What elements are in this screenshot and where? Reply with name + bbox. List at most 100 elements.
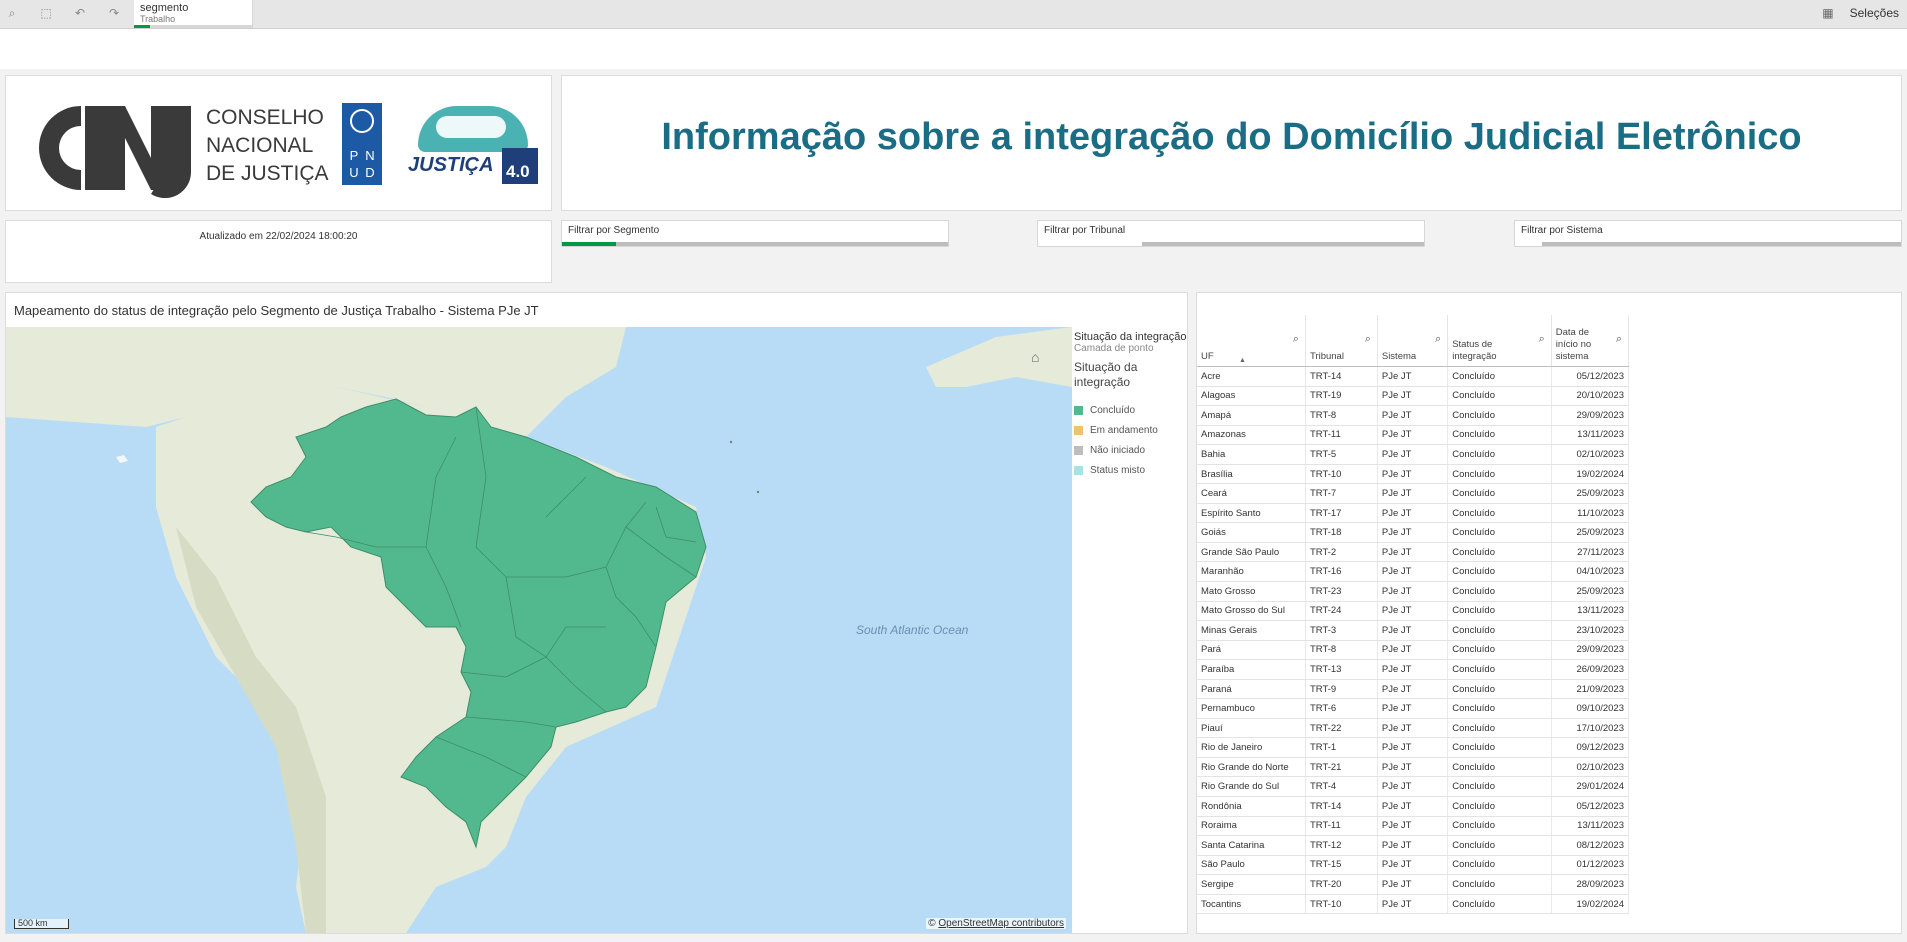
table-row[interactable]: Sergipe TRT-20 PJe JT Concluído 28/09/2023 [1197, 874, 1630, 895]
table-cell[interactable]: PJe JT [1377, 757, 1449, 778]
table-cell[interactable]: PJe JT [1377, 796, 1449, 817]
table-cell[interactable]: 04/10/2023 [1551, 561, 1630, 583]
table-cell[interactable]: TRT-23 [1305, 581, 1378, 602]
table-cell[interactable]: TRT-10 [1305, 464, 1378, 485]
table-cell[interactable]: PJe JT [1377, 464, 1449, 485]
legend-item-nao-iniciado[interactable]: Não iniciado [1074, 440, 1194, 460]
table-cell[interactable]: PJe JT [1377, 425, 1449, 446]
table-cell[interactable]: 05/12/2023 [1551, 366, 1630, 387]
table-cell[interactable]: 17/10/2023 [1551, 718, 1630, 739]
table-cell[interactable]: TRT-21 [1305, 757, 1378, 778]
table-cell[interactable]: Concluído [1447, 405, 1552, 426]
column-header-status[interactable]: Status de integração ⌕ [1447, 315, 1552, 367]
table-row[interactable]: Brasília TRT-10 PJe JT Concluído 19/02/2024 [1197, 464, 1630, 485]
table-cell[interactable]: Concluído [1447, 698, 1552, 719]
table-row[interactable]: Espírito Santo TRT-17 PJe JT Concluído 11/10… [1197, 503, 1630, 524]
table-row[interactable]: Piauí TRT-22 PJe JT Concluído 17/10/2023 [1197, 718, 1630, 739]
table-cell[interactable]: Paraná [1197, 679, 1306, 700]
table-cell[interactable]: Mato Grosso [1197, 581, 1306, 602]
table-cell[interactable]: Rio de Janeiro [1197, 737, 1306, 758]
table-cell[interactable]: Concluído [1447, 620, 1552, 641]
table-cell[interactable]: 13/11/2023 [1551, 816, 1630, 837]
table-row[interactable]: Amapá TRT-8 PJe JT Concluído 29/09/2023 [1197, 405, 1630, 426]
table-cell[interactable]: 02/10/2023 [1551, 444, 1630, 465]
table-cell[interactable]: TRT-19 [1305, 386, 1378, 407]
table-cell[interactable]: PJe JT [1377, 561, 1449, 583]
table-cell[interactable]: 26/09/2023 [1551, 659, 1630, 680]
table-cell[interactable]: TRT-8 [1305, 405, 1378, 426]
table-cell[interactable]: 20/10/2023 [1551, 386, 1630, 407]
table-cell[interactable]: Minas Gerais [1197, 620, 1306, 641]
table-cell[interactable]: Tocantins [1197, 894, 1306, 915]
table-cell[interactable]: Concluído [1447, 444, 1552, 465]
table-cell[interactable]: PJe JT [1377, 894, 1449, 915]
table-row[interactable]: São Paulo TRT-15 PJe JT Concluído 01/12/2023 [1197, 855, 1630, 876]
table-cell[interactable]: TRT-11 [1305, 816, 1378, 837]
smart-search-icon[interactable]: ⌕ [4, 5, 20, 21]
table-cell[interactable]: 23/10/2023 [1551, 620, 1630, 641]
table-cell[interactable]: 19/02/2024 [1551, 464, 1630, 485]
table-cell[interactable]: Concluído [1447, 776, 1552, 798]
table-cell[interactable]: TRT-1 [1305, 737, 1378, 758]
filter-tribunal[interactable]: Filtrar por Tribunal [1037, 220, 1425, 247]
table-cell[interactable]: 25/09/2023 [1551, 483, 1630, 504]
table-cell[interactable]: Concluído [1447, 874, 1552, 895]
search-icon[interactable]: ⌕ [1365, 333, 1371, 345]
table-cell[interactable]: Paraíba [1197, 659, 1306, 680]
table-cell[interactable]: TRT-6 [1305, 698, 1378, 719]
table-row[interactable]: Roraima TRT-11 PJe JT Concluído 13/11/2023 [1197, 816, 1630, 837]
table-cell[interactable]: Concluído [1447, 816, 1552, 837]
table-cell[interactable]: Santa Catarina [1197, 835, 1306, 856]
table-cell[interactable]: 09/10/2023 [1551, 698, 1630, 719]
column-header-data-inicio[interactable]: Data de início no sistema ⌕ [1551, 315, 1630, 367]
table-cell[interactable]: Concluído [1447, 679, 1552, 700]
table-cell[interactable]: TRT-17 [1305, 503, 1378, 524]
table-cell[interactable]: Concluído [1447, 561, 1552, 583]
table-cell[interactable]: TRT-10 [1305, 894, 1378, 915]
lasso-select-icon[interactable]: ⬚ [38, 5, 54, 21]
step-forward-icon[interactable]: ↷ [106, 5, 122, 21]
table-cell[interactable]: PJe JT [1377, 405, 1449, 426]
table-cell[interactable]: Concluído [1447, 835, 1552, 856]
table-cell[interactable]: PJe JT [1377, 718, 1449, 739]
table-cell[interactable]: PJe JT [1377, 698, 1449, 719]
table-cell[interactable]: TRT-16 [1305, 561, 1378, 583]
table-cell[interactable]: PJe JT [1377, 874, 1449, 895]
table-cell[interactable]: 11/10/2023 [1551, 503, 1630, 524]
table-cell[interactable]: 09/12/2023 [1551, 737, 1630, 758]
table-cell[interactable]: 21/09/2023 [1551, 679, 1630, 700]
table-cell[interactable]: TRT-2 [1305, 542, 1378, 563]
table-cell[interactable]: PJe JT [1377, 737, 1449, 758]
table-cell[interactable]: TRT-14 [1305, 796, 1378, 817]
table-cell[interactable]: Concluído [1447, 542, 1552, 563]
table-cell[interactable]: 28/09/2023 [1551, 874, 1630, 895]
table-cell[interactable]: PJe JT [1377, 581, 1449, 602]
map-view[interactable]: South Atlantic Ocean ⌂ 500 km © OpenStre… [6, 327, 1072, 933]
table-cell[interactable]: Rio Grande do Norte [1197, 757, 1306, 778]
table-cell[interactable]: 19/02/2024 [1551, 894, 1630, 915]
table-cell[interactable]: Bahia [1197, 444, 1306, 465]
table-row[interactable]: Santa Catarina TRT-12 PJe JT Concluído 08/12… [1197, 835, 1630, 856]
table-row[interactable]: Rio de Janeiro TRT-1 PJe JT Concluído 09/12/… [1197, 737, 1630, 758]
table-row[interactable]: Tocantins TRT-10 PJe JT Concluído 19/02/2024 [1197, 894, 1630, 915]
search-icon[interactable]: ⌕ [1539, 333, 1545, 345]
table-cell[interactable]: Rio Grande do Sul [1197, 776, 1306, 798]
table-cell[interactable]: PJe JT [1377, 503, 1449, 524]
table-cell[interactable]: Piauí [1197, 718, 1306, 739]
search-icon[interactable]: ⌕ [1293, 333, 1299, 345]
table-row[interactable]: Maranhão TRT-16 PJe JT Concluído 04/10/2023 [1197, 561, 1630, 583]
table-cell[interactable]: PJe JT [1377, 855, 1449, 876]
table-cell[interactable]: Concluído [1447, 796, 1552, 817]
table-cell[interactable]: TRT-8 [1305, 640, 1378, 661]
table-cell[interactable]: Concluído [1447, 483, 1552, 504]
table-cell[interactable]: PJe JT [1377, 444, 1449, 465]
table-cell[interactable]: PJe JT [1377, 679, 1449, 700]
table-cell[interactable]: Brasília [1197, 464, 1306, 485]
table-cell[interactable]: Roraima [1197, 816, 1306, 837]
table-cell[interactable]: 29/09/2023 [1551, 405, 1630, 426]
table-cell[interactable]: TRT-13 [1305, 659, 1378, 680]
table-cell[interactable]: TRT-3 [1305, 620, 1378, 641]
table-row[interactable]: Minas Gerais TRT-3 PJe JT Concluído 23/10/20… [1197, 620, 1630, 641]
table-cell[interactable]: PJe JT [1377, 776, 1449, 798]
table-cell[interactable]: Concluído [1447, 737, 1552, 758]
